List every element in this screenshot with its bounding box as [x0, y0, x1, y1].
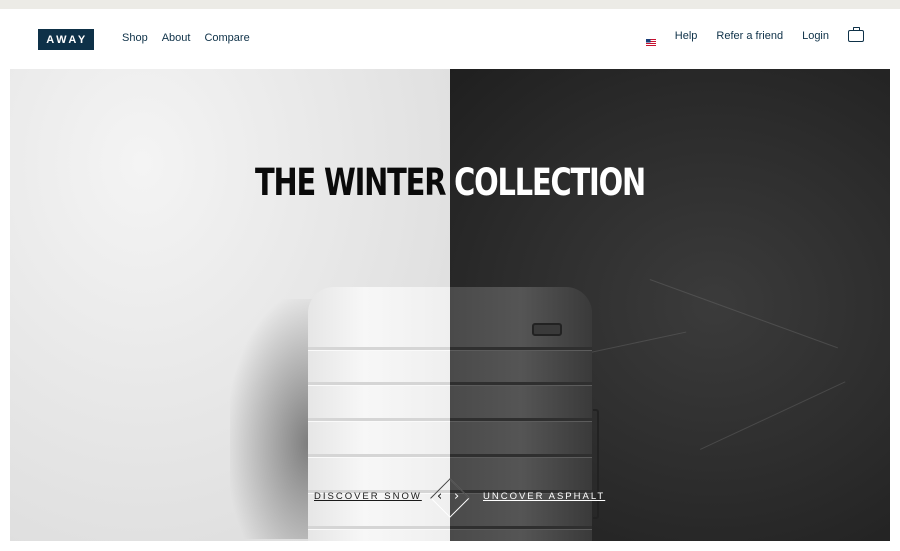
suitcase-rib	[308, 526, 450, 529]
suitcase-rib	[308, 382, 450, 385]
chevron-left-icon[interactable]: ‹	[437, 490, 442, 504]
suitcase-rib	[308, 418, 450, 421]
help-link[interactable]: Help	[675, 30, 698, 42]
nav-compare-link[interactable]: Compare	[204, 32, 249, 44]
top-strip	[0, 0, 900, 9]
login-link[interactable]: Login	[802, 30, 829, 42]
nav-about-link[interactable]: About	[162, 32, 191, 44]
suitcase-logo-badge	[532, 323, 562, 336]
suitcase-rib	[450, 418, 592, 421]
hero-title-part1: THE WINTER	[255, 161, 455, 204]
suitcase-rib	[450, 454, 592, 457]
suitcase-handle	[593, 409, 599, 519]
refer-friend-link[interactable]: Refer a friend	[716, 30, 783, 42]
primary-nav: Shop About Compare	[122, 32, 264, 44]
suitcase-black-half	[450, 287, 592, 541]
suitcase-rib	[450, 382, 592, 385]
nav-shop-link[interactable]: Shop	[122, 32, 148, 44]
us-flag-icon[interactable]	[645, 33, 656, 46]
hero-banner: THE WINTER COLLECTION DISCOVER SNOW ‹ › …	[10, 69, 890, 541]
suitcase-white-half	[308, 287, 450, 541]
hero-title-part2: COLLECTION	[454, 161, 646, 204]
suitcase-rib	[308, 347, 450, 350]
uncover-asphalt-link[interactable]: UNCOVER ASPHALT	[483, 491, 605, 502]
chevron-right-icon[interactable]: ›	[454, 490, 459, 504]
discover-snow-link[interactable]: DISCOVER SNOW	[314, 491, 422, 502]
utility-nav: Help Refer a friend Login	[645, 27, 864, 46]
suitcase-rib	[450, 526, 592, 529]
site-header: AWAY Shop About Compare Help Refer a fri…	[0, 9, 900, 69]
asphalt-crack	[700, 381, 846, 450]
shopping-bag-icon[interactable]	[848, 27, 864, 42]
away-logo[interactable]: AWAY	[38, 29, 94, 50]
suitcase-rib	[308, 454, 450, 457]
hero-title: THE WINTER COLLECTION	[107, 161, 793, 204]
suitcase-rib	[450, 347, 592, 350]
asphalt-crack	[649, 279, 838, 349]
